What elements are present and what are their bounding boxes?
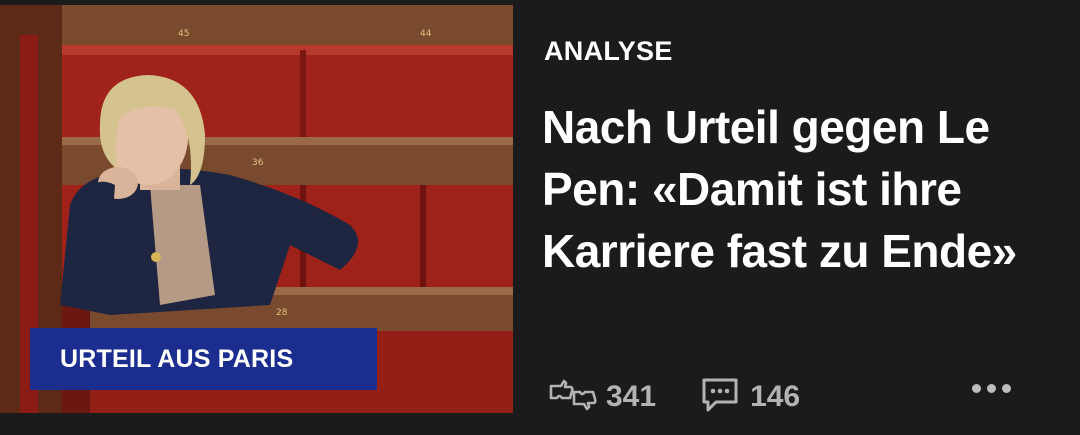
svg-text:36: 36 <box>252 158 264 168</box>
reactions-count: 341 <box>606 380 657 413</box>
article-image[interactable]: 45 44 36 28 URTEIL AUS PARIS <box>0 5 513 413</box>
comment-bubble-icon <box>700 376 740 419</box>
more-dot <box>1002 384 1011 393</box>
more-options-icon[interactable] <box>972 384 1011 393</box>
article-kicker: ANALYSE <box>544 36 673 66</box>
article-card[interactable]: 45 44 36 28 URTEIL AUS PARIS ANALYSE Nac… <box>0 0 1080 435</box>
thumbs-up-down-icon <box>548 378 598 417</box>
article-headline[interactable]: Nach Urteil gegen Le Pen: «Damit ist ihr… <box>542 96 1042 282</box>
comments-count: 146 <box>750 380 801 413</box>
more-dot <box>972 384 981 393</box>
more-dot <box>987 384 996 393</box>
category-tag[interactable]: URTEIL AUS PARIS <box>30 328 377 390</box>
svg-text:28: 28 <box>276 308 288 318</box>
svg-text:44: 44 <box>420 29 432 39</box>
svg-text:45: 45 <box>178 29 189 39</box>
reactions[interactable]: 341 <box>548 378 656 417</box>
article-meta: 341 146 <box>548 372 1048 422</box>
comments[interactable]: 146 <box>656 376 800 419</box>
